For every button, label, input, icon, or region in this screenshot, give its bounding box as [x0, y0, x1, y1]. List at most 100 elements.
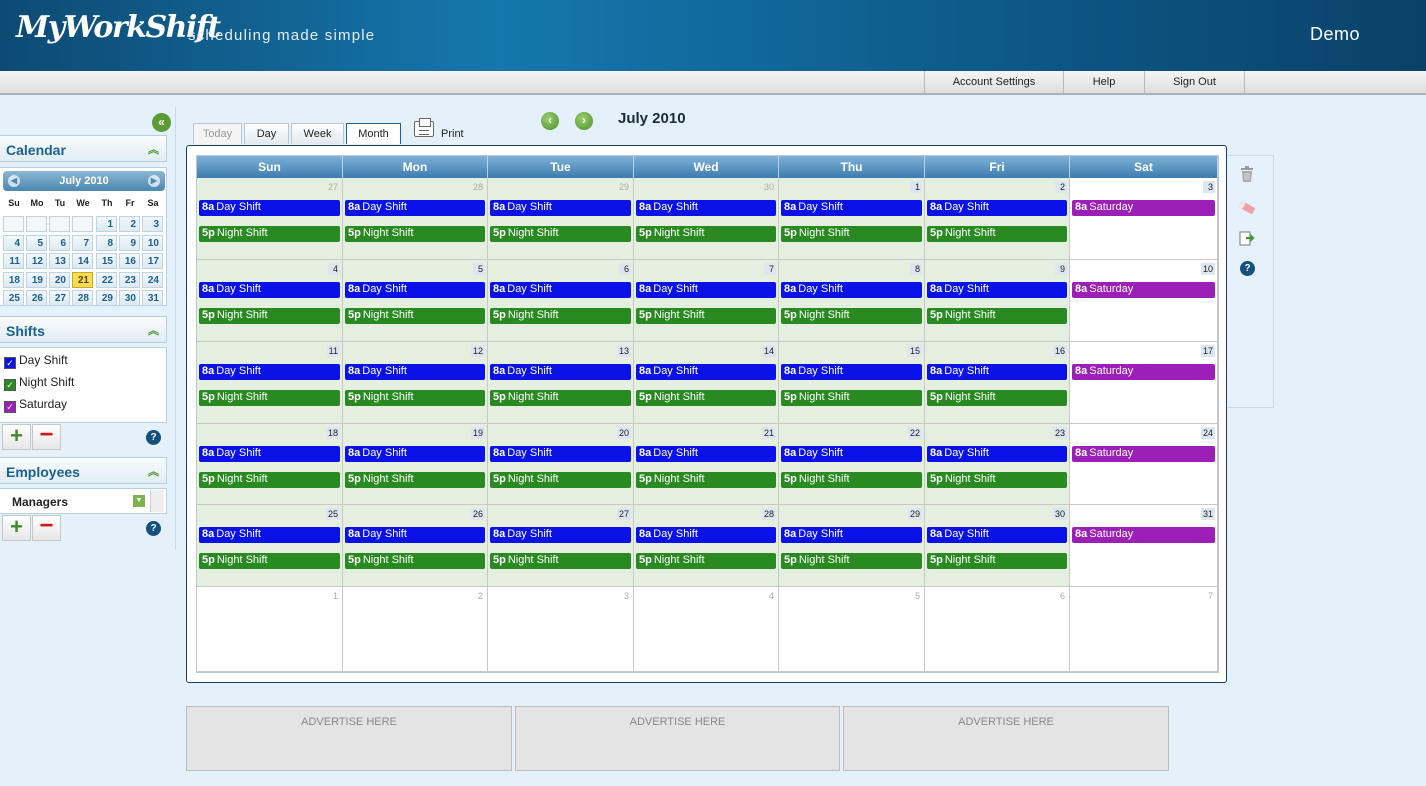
shift-event[interactable]: 5p Night Shift: [781, 226, 922, 242]
shift-event[interactable]: 5p Night Shift: [199, 308, 340, 324]
shift-event[interactable]: 5p Night Shift: [199, 390, 340, 406]
calendar-day-cell[interactable]: 26 8a Day Shift 5p Night Shift: [343, 505, 488, 587]
calendar-day-cell[interactable]: 7: [1070, 587, 1218, 672]
calendar-day-cell[interactable]: 1: [197, 587, 343, 672]
shift-event[interactable]: 8a Day Shift: [345, 200, 485, 216]
employees-section-header[interactable]: Employees ︽: [0, 457, 167, 484]
ad-banner[interactable]: ADVERTISE HERE: [843, 706, 1169, 771]
shift-event[interactable]: 8a Saturday: [1072, 364, 1215, 380]
trash-icon[interactable]: [1238, 165, 1256, 183]
mini-calendar-day[interactable]: 19: [26, 271, 47, 288]
calendar-day-cell[interactable]: 19 8a Day Shift 5p Night Shift: [343, 424, 488, 505]
calendar-day-cell[interactable]: 15 8a Day Shift 5p Night Shift: [779, 342, 925, 424]
shift-event[interactable]: 5p Night Shift: [781, 472, 922, 488]
shift-event[interactable]: 8a Day Shift: [345, 527, 485, 543]
calendar-day-cell[interactable]: 16 8a Day Shift 5p Night Shift: [925, 342, 1070, 424]
shift-event[interactable]: 8a Day Shift: [636, 200, 776, 216]
mini-calendar-day[interactable]: 2: [119, 216, 140, 232]
calendar-day-cell[interactable]: 21 8a Day Shift 5p Night Shift: [634, 424, 779, 505]
add-shift-button[interactable]: +: [2, 424, 31, 450]
shift-event[interactable]: 8a Day Shift: [490, 446, 631, 462]
calendar-day-cell[interactable]: 9 8a Day Shift 5p Night Shift: [925, 260, 1070, 342]
shift-event[interactable]: 8a Saturday: [1072, 527, 1215, 543]
export-icon[interactable]: [1238, 229, 1256, 247]
calendar-day-cell[interactable]: 8 8a Day Shift 5p Night Shift: [779, 260, 925, 342]
shift-filter-item[interactable]: ✓ Day Shift: [4, 353, 68, 369]
calendar-day-cell[interactable]: 25 8a Day Shift 5p Night Shift: [197, 505, 343, 587]
shift-filter-item[interactable]: ✓ Night Shift: [4, 375, 74, 391]
shift-event[interactable]: 8a Day Shift: [490, 200, 631, 216]
shift-event[interactable]: 5p Night Shift: [636, 553, 776, 569]
dropdown-arrow-icon[interactable]: ▼: [133, 495, 145, 507]
ad-banner[interactable]: ADVERTISE HERE: [186, 706, 512, 771]
shift-event[interactable]: 8a Day Shift: [781, 364, 922, 380]
view-tab-month[interactable]: Month: [346, 123, 401, 144]
shift-event[interactable]: 5p Night Shift: [636, 390, 776, 406]
checkbox-icon[interactable]: ✓: [4, 401, 16, 413]
shift-event[interactable]: 5p Night Shift: [490, 553, 631, 569]
shift-event[interactable]: 5p Night Shift: [781, 308, 922, 324]
calendar-day-cell[interactable]: 1 8a Day Shift 5p Night Shift: [779, 178, 925, 260]
mini-calendar-day[interactable]: 16: [119, 253, 140, 269]
chevron-up-icon[interactable]: ︽: [148, 463, 159, 479]
mini-calendar-day[interactable]: 17: [142, 253, 163, 269]
shift-event[interactable]: 8a Day Shift: [636, 527, 776, 543]
shift-event[interactable]: 8a Day Shift: [781, 282, 922, 298]
print-button[interactable]: Print: [414, 118, 474, 141]
calendar-day-cell[interactable]: 6 8a Day Shift 5p Night Shift: [488, 260, 634, 342]
scrollbar[interactable]: [150, 490, 164, 512]
view-tab-today[interactable]: Today: [193, 123, 242, 144]
shift-event[interactable]: 5p Night Shift: [927, 472, 1067, 488]
mini-calendar-day[interactable]: 28: [72, 290, 93, 306]
next-month-icon[interactable]: ▶: [148, 175, 160, 187]
mini-calendar-day[interactable]: 3: [142, 216, 163, 232]
calendar-day-cell[interactable]: 31 8a Saturday: [1070, 505, 1218, 587]
shift-event[interactable]: 8a Day Shift: [199, 200, 340, 216]
calendar-day-cell[interactable]: 4 8a Day Shift 5p Night Shift: [197, 260, 343, 342]
mini-calendar-day[interactable]: 14: [72, 253, 93, 269]
mini-calendar-day[interactable]: 23: [119, 271, 140, 288]
mini-calendar-day[interactable]: 29: [96, 290, 117, 306]
shift-event[interactable]: 8a Day Shift: [636, 446, 776, 462]
calendar-day-cell[interactable]: 29 8a Day Shift 5p Night Shift: [488, 178, 634, 260]
view-tab-week[interactable]: Week: [291, 123, 344, 144]
shift-event[interactable]: 5p Night Shift: [490, 308, 631, 324]
calendar-day-cell[interactable]: 10 8a Saturday: [1070, 260, 1218, 342]
employees-help-icon[interactable]: ?: [146, 521, 161, 536]
next-month-arrow-icon[interactable]: ›: [575, 112, 593, 130]
shift-event[interactable]: 5p Night Shift: [636, 226, 776, 242]
help-link[interactable]: Help: [1063, 71, 1144, 93]
chevron-up-icon[interactable]: ︽: [148, 322, 159, 338]
shift-event[interactable]: 8a Saturday: [1072, 446, 1215, 462]
calendar-day-cell[interactable]: 4: [634, 587, 779, 672]
shift-event[interactable]: 8a Day Shift: [199, 364, 340, 380]
shift-event[interactable]: 8a Day Shift: [781, 446, 922, 462]
employee-group-select[interactable]: Managers ▼: [0, 488, 167, 514]
ad-banner[interactable]: ADVERTISE HERE: [515, 706, 840, 771]
mini-calendar-day[interactable]: 7: [72, 234, 93, 251]
calendar-day-cell[interactable]: 20 8a Day Shift 5p Night Shift: [488, 424, 634, 505]
shift-event[interactable]: 8a Day Shift: [927, 282, 1067, 298]
mini-calendar-day[interactable]: 8: [96, 234, 117, 251]
calendar-day-cell[interactable]: 5 8a Day Shift 5p Night Shift: [343, 260, 488, 342]
account-settings-link[interactable]: Account Settings: [924, 71, 1063, 93]
remove-shift-button[interactable]: −: [32, 423, 61, 450]
shifts-help-icon[interactable]: ?: [146, 430, 161, 445]
mini-calendar-day[interactable]: 4: [3, 234, 24, 251]
shift-event[interactable]: 8a Day Shift: [927, 200, 1067, 216]
mini-calendar-day[interactable]: 15: [96, 253, 117, 269]
mini-calendar-day[interactable]: 31: [142, 290, 163, 306]
mini-calendar-day[interactable]: 10: [142, 234, 163, 251]
calendar-day-cell[interactable]: 2: [343, 587, 488, 672]
calendar-day-cell[interactable]: 27 8a Day Shift 5p Night Shift: [197, 178, 343, 260]
prev-month-arrow-icon[interactable]: ‹: [541, 112, 559, 130]
shift-event[interactable]: 5p Night Shift: [927, 226, 1067, 242]
shift-event[interactable]: 8a Day Shift: [927, 446, 1067, 462]
mini-calendar-day[interactable]: 5: [26, 234, 47, 251]
mini-calendar-day[interactable]: 9: [119, 234, 140, 251]
shift-event[interactable]: 8a Day Shift: [927, 527, 1067, 543]
shift-event[interactable]: 8a Day Shift: [199, 527, 340, 543]
shift-event[interactable]: 5p Night Shift: [345, 390, 485, 406]
calendar-day-cell[interactable]: 11 8a Day Shift 5p Night Shift: [197, 342, 343, 424]
shift-event[interactable]: 5p Night Shift: [636, 308, 776, 324]
